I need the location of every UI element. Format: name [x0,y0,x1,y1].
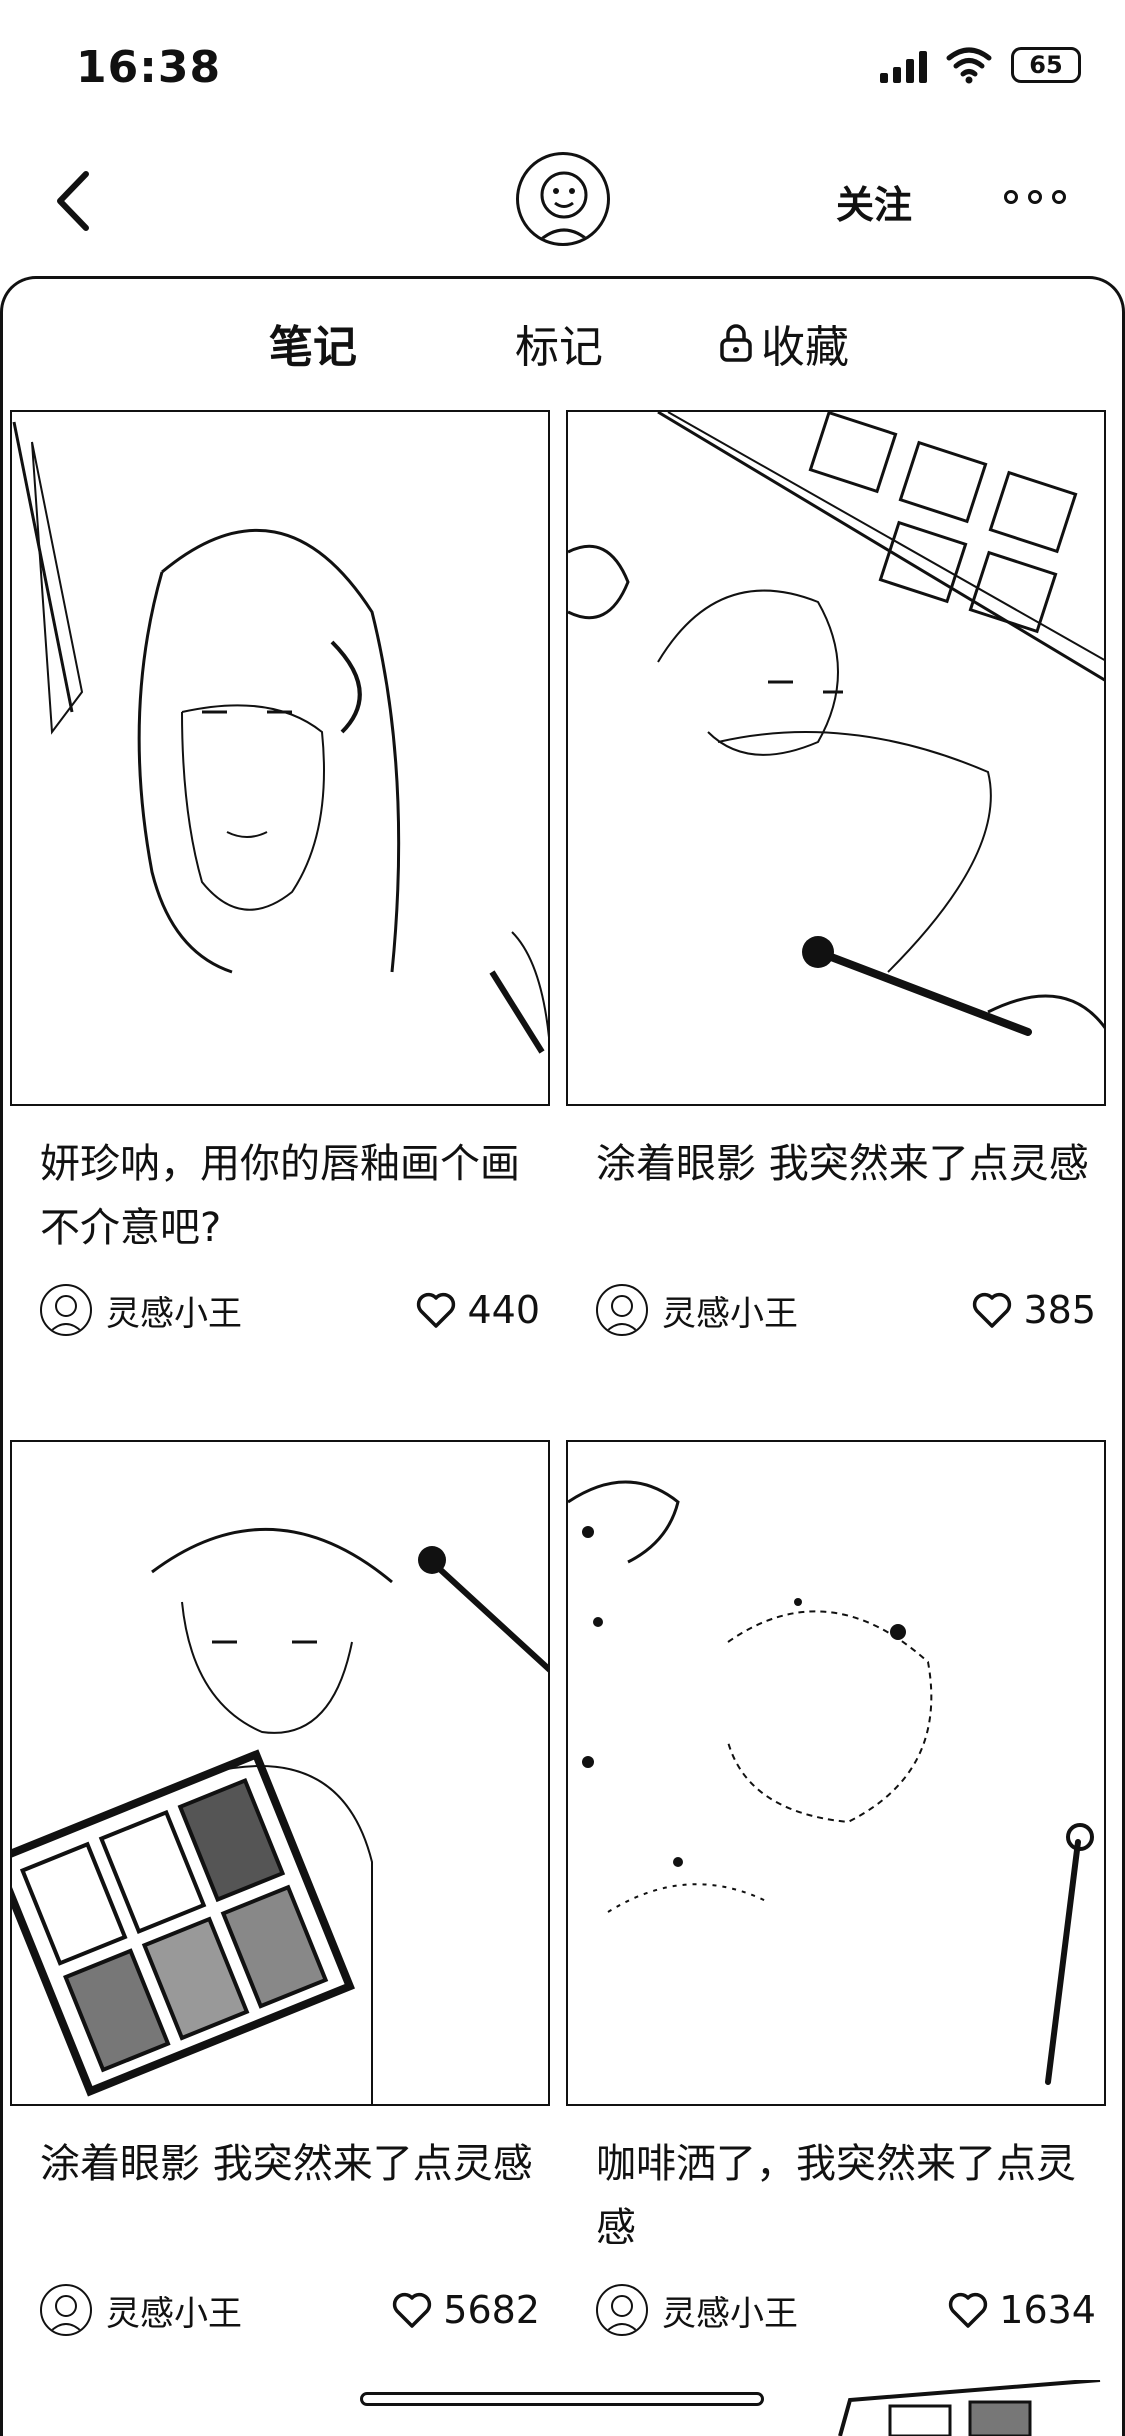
like-button[interactable]: 1634 [947,2288,1096,2332]
tab-favorites[interactable]: 收藏 [719,311,849,375]
like-button[interactable]: 440 [415,1288,540,1332]
avatar[interactable] [516,152,610,246]
battery-level: 65 [1029,51,1063,79]
note-image[interactable] [10,1440,550,2106]
status-time: 16:38 [76,42,222,93]
note-image[interactable] [566,410,1106,1106]
note-title: 涂着眼影 我突然来了点灵感 [40,2141,533,2187]
author-name[interactable]: 灵感小王 [106,2286,242,2335]
lock-icon [720,324,752,362]
tab-notes-label: 笔记 [269,322,357,373]
note-title: 妍珍呐，用你的唇釉画个画不介意吧? [40,1141,520,1251]
tab-bar: 笔记 标记 收藏 [3,311,1122,419]
like-count: 440 [467,1288,540,1332]
note-image[interactable] [566,1440,1106,2106]
like-count: 1634 [999,2288,1096,2332]
more-button[interactable] [1004,182,1080,212]
home-indicator[interactable] [360,2392,764,2406]
note-title: 涂着眼影 我突然来了点灵感 [596,1141,1089,1187]
author-avatar[interactable] [40,2284,92,2336]
tab-favorites-label: 收藏 [761,322,849,373]
note-image[interactable] [10,410,550,1106]
tab-marks-label: 标记 [515,322,603,373]
like-button[interactable]: 5682 [391,2288,540,2332]
note-title: 咖啡洒了，我突然来了点灵感 [596,2141,1076,2251]
like-count: 5682 [443,2288,540,2332]
heart-icon [949,2292,988,2328]
heart-icon [417,1292,456,1328]
note-meta: 灵感小王 5682 [40,2280,540,2340]
tab-notes[interactable]: 笔记 [269,311,357,375]
note-meta: 灵感小王 385 [596,1280,1096,1340]
battery-icon: 65 [1011,47,1081,83]
author-avatar[interactable] [40,1284,92,1336]
author-name[interactable]: 灵感小王 [662,2286,798,2335]
signal-icon [880,47,927,83]
author-avatar[interactable] [596,2284,648,2336]
status-icons: 65 [880,46,1081,84]
next-note-image-peek[interactable] [830,2380,1110,2436]
tab-marks[interactable]: 标记 [515,311,603,375]
author-avatar[interactable] [596,1284,648,1336]
heart-icon [393,2292,432,2328]
status-bar: 16:38 65 [0,0,1125,140]
heart-icon [973,1292,1012,1328]
author-name[interactable]: 灵感小王 [662,1286,798,1335]
note-meta: 灵感小王 1634 [596,2280,1096,2340]
author-name[interactable]: 灵感小王 [106,1286,242,1335]
more-icon [1004,190,1018,204]
follow-button[interactable]: 关注 [836,174,912,229]
back-button[interactable] [40,166,110,236]
back-icon [57,171,89,231]
wifi-icon [946,47,992,84]
nav-bar: 关注 [0,140,1125,270]
note-meta: 灵感小王 440 [40,1280,540,1340]
like-count: 385 [1023,1288,1096,1332]
like-button[interactable]: 385 [971,1288,1096,1332]
